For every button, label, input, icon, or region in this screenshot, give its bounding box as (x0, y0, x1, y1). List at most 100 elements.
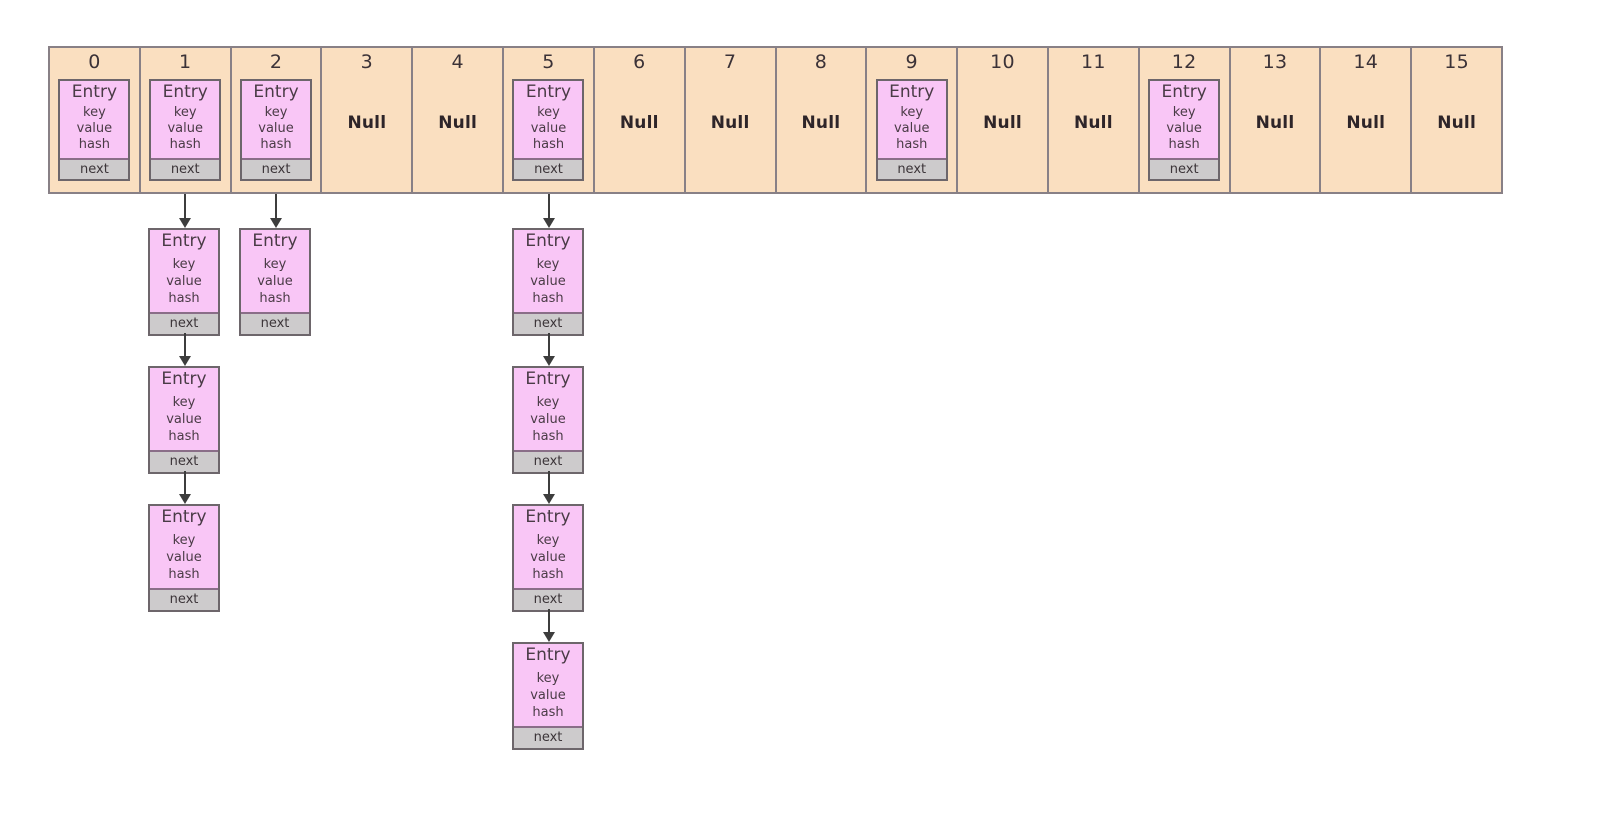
entry-value-label: value (530, 274, 566, 289)
entry-next-pointer[interactable]: next (514, 160, 583, 179)
entry-body: Entry key value hash (514, 230, 582, 314)
arrow-head (270, 218, 282, 228)
bucket-cell-7[interactable]: 7 Null (686, 48, 777, 192)
entry-value-label: value (530, 688, 566, 703)
entry-next-pointer[interactable]: next (150, 452, 218, 472)
arrow-head (179, 494, 191, 504)
bucket-entry-node[interactable]: Entry key value hash next (58, 79, 131, 181)
arrow-shaft (275, 194, 277, 219)
chain-entry-node[interactable]: Entry key value hash next (512, 228, 584, 336)
arrow-shaft (548, 609, 550, 633)
entry-next-pointer[interactable]: next (514, 452, 582, 472)
bucket-null-label: Null (710, 113, 750, 133)
entry-key-label: key (900, 105, 924, 120)
bucket-index-label: 4 (451, 51, 464, 73)
entry-hash-label: hash (532, 291, 564, 306)
bucket-entry-node[interactable]: Entry key value hash next (149, 79, 222, 181)
entry-fields: key value hash (242, 105, 310, 153)
bucket-index-label: 14 (1353, 51, 1379, 73)
bucket-cell-14[interactable]: 14 Null (1321, 48, 1413, 192)
arrow-head (543, 218, 555, 228)
entry-next-pointer[interactable]: next (242, 160, 311, 179)
bucket-entry-node[interactable]: Entry key value hash next (240, 79, 313, 181)
entry-next-pointer[interactable]: next (514, 728, 582, 748)
bucket-cell-5[interactable]: 5 Entry key value hash next (504, 48, 595, 192)
entry-fields: key value hash (514, 532, 582, 583)
bucket-null-label: Null (983, 113, 1022, 133)
bucket-cell-2[interactable]: 2 Entry key value hash next (232, 48, 323, 192)
entry-key-label: key (536, 257, 560, 272)
entry-value-label: value (1166, 121, 1202, 136)
entry-value-label: value (893, 121, 930, 136)
entry-next-pointer[interactable]: next (151, 160, 220, 179)
bucket-cell-3[interactable]: 3 Null (322, 48, 414, 192)
entry-next-pointer[interactable]: next (514, 590, 582, 610)
arrow-head (179, 356, 191, 366)
entry-hash-label: hash (896, 137, 928, 152)
entry-value-label: value (76, 121, 113, 136)
arrow-shaft (184, 194, 186, 219)
entry-body: Entry key value hash (877, 81, 946, 160)
bucket-entry-node[interactable]: Entry key value hash next (512, 79, 585, 181)
entry-hash-label: hash (169, 137, 201, 152)
bucket-index-label: 6 (633, 51, 646, 73)
entry-next-pointer[interactable]: next (877, 160, 946, 179)
bucket-index-label: 1 (179, 51, 192, 73)
bucket-cell-13[interactable]: 13 Null (1231, 48, 1322, 192)
bucket-cell-11[interactable]: 11 Null (1049, 48, 1140, 192)
bucket-cell-9[interactable]: 9 Entry key value hash next (867, 48, 959, 192)
chain-entry-node[interactable]: Entry key value hash next (512, 642, 584, 750)
bucket-index-label: 9 (905, 51, 918, 73)
entry-fields: key value hash (241, 256, 309, 307)
bucket-cell-10[interactable]: 10 Null (958, 48, 1049, 192)
entry-key-label: key (172, 395, 196, 410)
entry-fields: key value hash (150, 532, 218, 583)
bucket-index-label: 13 (1262, 51, 1288, 73)
bucket-cell-1[interactable]: 1 Entry key value hash next (141, 48, 232, 192)
bucket-index-label: 5 (542, 51, 555, 73)
entry-next-pointer[interactable]: next (150, 314, 218, 334)
bucket-cell-15[interactable]: 15 Null (1412, 48, 1501, 192)
bucket-entry-node[interactable]: Entry key value hash next (875, 79, 948, 181)
entry-hash-label: hash (1168, 137, 1200, 152)
entry-value-label: value (258, 121, 294, 136)
bucket-cell-6[interactable]: 6 Null (595, 48, 686, 192)
arrow-shaft (548, 471, 550, 495)
entry-next-pointer[interactable]: next (60, 160, 129, 179)
chain-entry-node[interactable]: Entry key value hash next (512, 366, 584, 474)
bucket-null-label: Null (1346, 113, 1386, 133)
bucket-entry-node[interactable]: Entry key value hash next (1148, 79, 1221, 181)
chain-entry-node[interactable]: Entry key value hash next (148, 366, 220, 474)
entry-next-pointer[interactable]: next (514, 314, 582, 334)
bucket-cell-8[interactable]: 8 Null (777, 48, 868, 192)
chain-entry-node[interactable]: Entry key value hash next (148, 504, 220, 612)
chain-entry-node[interactable]: Entry key value hash next (512, 504, 584, 612)
arrow-head (543, 494, 555, 504)
entry-key-label: key (173, 105, 197, 120)
chain-entry-node[interactable]: Entry key value hash next (239, 228, 311, 336)
entry-next-pointer[interactable]: next (150, 590, 218, 610)
entry-body: Entry key value hash (1150, 81, 1219, 160)
entry-value-label: value (166, 412, 202, 427)
entry-body: Entry key value hash (150, 506, 218, 590)
entry-next-pointer[interactable]: next (1150, 160, 1219, 179)
entry-hash-label: hash (532, 705, 564, 720)
entry-next-pointer[interactable]: next (241, 314, 309, 334)
entry-fields: key value hash (514, 394, 582, 445)
bucket-index-label: 8 (814, 51, 828, 73)
entry-hash-label: hash (259, 291, 291, 306)
bucket-cell-12[interactable]: 12 Entry key value hash next (1140, 48, 1231, 192)
entry-fields: key value hash (878, 105, 946, 153)
entry-value-label: value (257, 274, 293, 289)
entry-fields: key value hash (514, 256, 582, 307)
entry-title: Entry (525, 369, 571, 389)
entry-body: Entry key value hash (241, 230, 309, 314)
entry-fields: key value hash (151, 105, 219, 153)
arrow-shaft (548, 194, 550, 219)
arrow-shaft (184, 471, 186, 495)
bucket-cell-0[interactable]: 0 Entry key value hash next (50, 48, 141, 192)
bucket-cell-4[interactable]: 4 Null (413, 48, 505, 192)
chain-entry-node[interactable]: Entry key value hash next (148, 228, 220, 336)
entry-key-label: key (83, 105, 106, 120)
entry-hash-label: hash (168, 291, 200, 306)
